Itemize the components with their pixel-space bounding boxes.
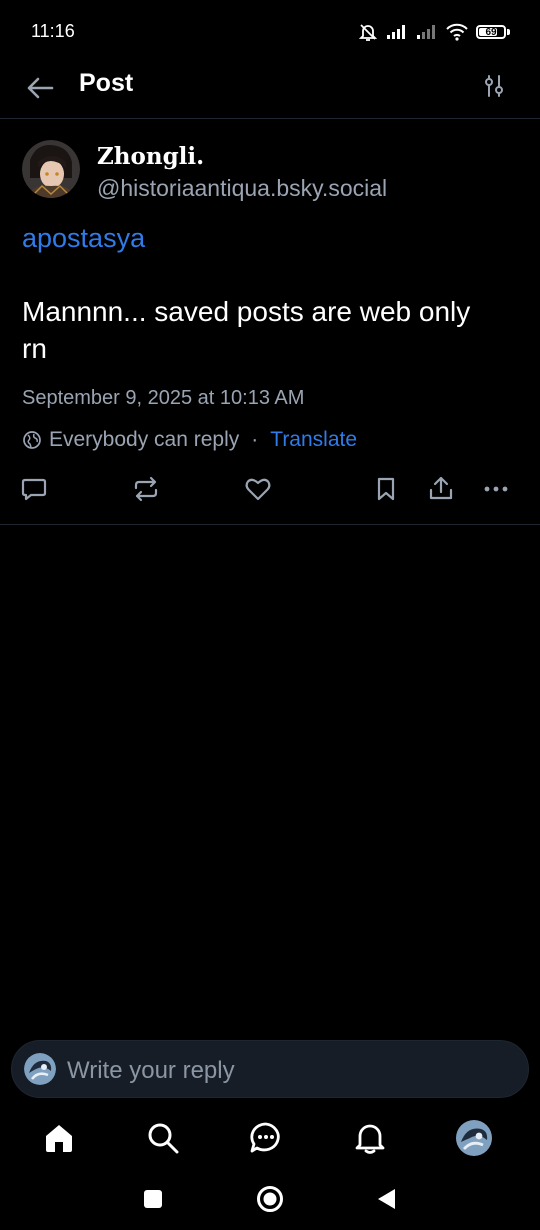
reply-placeholder: Write your reply xyxy=(67,1057,235,1084)
nav-notifications[interactable] xyxy=(350,1118,390,1158)
signal-icon xyxy=(387,25,405,39)
back-triangle-icon xyxy=(378,1189,395,1209)
nav-search[interactable] xyxy=(143,1118,183,1158)
recents-button[interactable] xyxy=(138,1184,168,1214)
globe-icon xyxy=(23,431,41,449)
thread-settings-button[interactable] xyxy=(478,70,510,102)
share-button[interactable] xyxy=(425,473,457,505)
status-icons: 69 xyxy=(358,22,510,42)
like-icon xyxy=(245,478,271,501)
status-bar: 11:16 69 xyxy=(0,0,540,60)
back-button[interactable] xyxy=(24,72,56,104)
post-timestamp: September 9, 2025 at 10:13 AM xyxy=(22,387,305,409)
search-icon xyxy=(148,1123,179,1154)
mention-link[interactable]: apostasya xyxy=(22,223,145,254)
reply-button[interactable] xyxy=(18,473,50,505)
system-back-button[interactable] xyxy=(372,1184,402,1214)
post-meta-row: Everybody can reply · Translate xyxy=(22,428,357,452)
header: Post xyxy=(0,60,540,119)
reply-setting[interactable]: Everybody can reply xyxy=(49,428,239,452)
system-home-button[interactable] xyxy=(255,1184,285,1214)
nav-chat[interactable] xyxy=(246,1118,286,1158)
arrow-left-icon xyxy=(27,77,54,99)
sliders-icon xyxy=(485,75,503,97)
signal-weak-icon xyxy=(417,25,435,39)
share-icon xyxy=(429,476,453,500)
battery-level: 69 xyxy=(485,26,497,38)
post: Zhongli. @historiaantiqua.bsky.social ap… xyxy=(0,119,540,525)
notifications-icon xyxy=(355,1124,385,1154)
recents-icon xyxy=(144,1190,162,1208)
author-display-name[interactable]: Zhongli. xyxy=(97,143,204,170)
bookmark-button[interactable] xyxy=(370,473,402,505)
reply-icon xyxy=(21,478,47,501)
profile-avatar xyxy=(456,1120,492,1156)
system-nav xyxy=(0,1170,540,1230)
home-icon xyxy=(46,1125,72,1152)
more-options-button[interactable] xyxy=(480,473,512,505)
battery-icon: 69 xyxy=(476,25,506,39)
author-avatar[interactable] xyxy=(22,140,80,198)
post-text: Mannnn... saved posts are web only rn xyxy=(22,296,471,364)
wifi-icon xyxy=(446,23,468,41)
translate-link[interactable]: Translate xyxy=(270,428,357,452)
separator: · xyxy=(251,428,259,451)
author-handle[interactable]: @historiaantiqua.bsky.social xyxy=(97,175,387,202)
repost-button[interactable] xyxy=(130,473,162,505)
bookmark-icon xyxy=(377,477,395,501)
status-time: 11:16 xyxy=(31,21,75,41)
nav-profile[interactable] xyxy=(454,1118,494,1158)
more-icon xyxy=(484,486,508,492)
bottom-nav xyxy=(0,1110,540,1168)
reply-input[interactable]: Write your reply xyxy=(11,1040,529,1098)
repost-icon xyxy=(134,476,158,502)
nav-home[interactable] xyxy=(39,1118,79,1158)
chat-icon xyxy=(250,1122,280,1153)
page-title: Post xyxy=(79,69,134,97)
like-button[interactable] xyxy=(242,473,274,505)
user-avatar xyxy=(24,1053,56,1085)
bell-muted-icon xyxy=(358,24,378,41)
home-circle-icon xyxy=(257,1186,283,1212)
